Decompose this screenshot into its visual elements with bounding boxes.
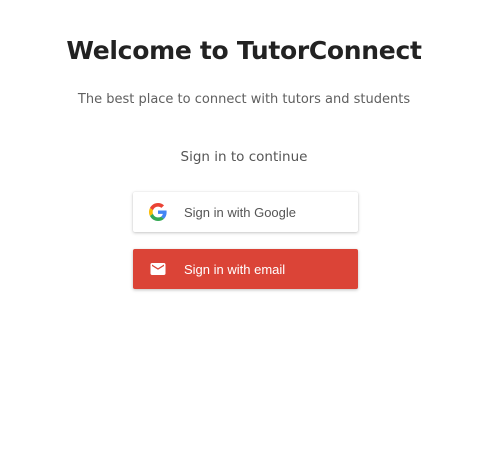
- page-title: Welcome to TutorConnect: [66, 36, 422, 65]
- google-icon: [149, 203, 167, 221]
- sign-in-heading: Sign in to continue: [180, 149, 308, 165]
- email-button-label: Sign in with email: [184, 261, 286, 277]
- sign-in-with-google-button[interactable]: Sign in with Google: [133, 192, 358, 232]
- google-button-label: Sign in with Google: [184, 204, 297, 220]
- mail-icon: [149, 260, 167, 278]
- sign-in-page: Welcome to TutorConnect The best place t…: [0, 0, 488, 464]
- sign-in-with-email-button[interactable]: Sign in with email: [133, 249, 358, 289]
- page-subtitle: The best place to connect with tutors an…: [77, 92, 411, 107]
